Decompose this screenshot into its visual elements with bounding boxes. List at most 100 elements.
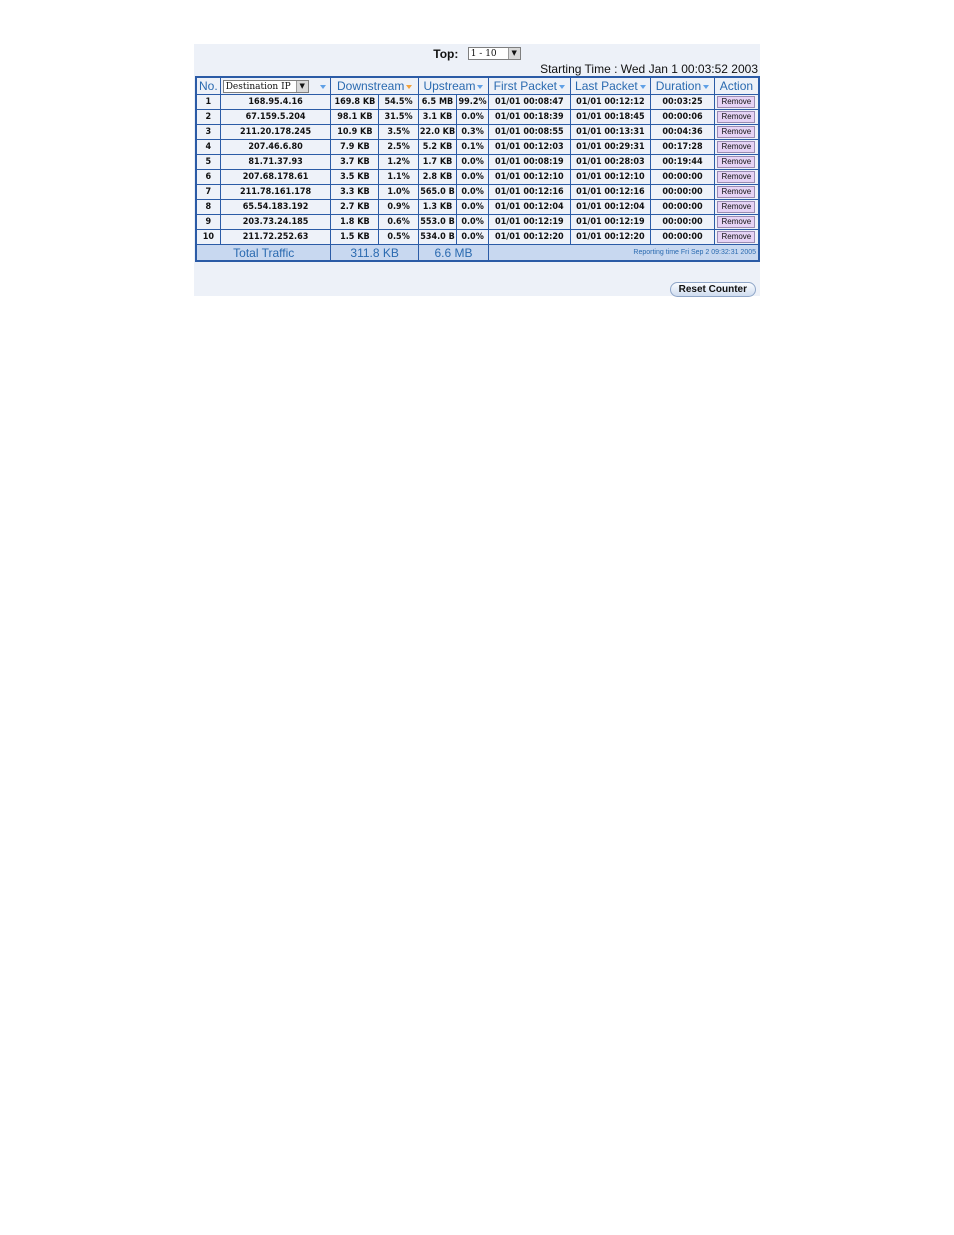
- action-cell: Remove: [713, 94, 760, 110]
- filter-select[interactable]: Destination IP ▼: [222, 80, 309, 94]
- last-packet-time: 01/01 00:12:20: [569, 229, 652, 245]
- total-upstream: 6.6 MB: [417, 244, 490, 262]
- first-packet-time: 01/01 00:12:20: [488, 229, 571, 245]
- upstream-percent: 0.0%: [456, 154, 490, 170]
- last-packet-time: 01/01 00:12:10: [569, 169, 652, 185]
- duration: 00:00:00: [650, 184, 715, 200]
- downstream-size: 3.3 KB: [330, 184, 380, 200]
- first-packet-time: 01/01 00:18:39: [488, 109, 571, 125]
- col-last-packet[interactable]: Last Packet: [569, 76, 652, 95]
- row-number: 10: [195, 229, 221, 245]
- duration: 00:04:36: [650, 124, 715, 140]
- col-duration[interactable]: Duration: [650, 76, 715, 95]
- ip-address: 207.68.178.61: [219, 169, 332, 185]
- sort-ip-icon[interactable]: [320, 84, 327, 89]
- upstream-percent: 0.0%: [456, 169, 490, 185]
- remove-button[interactable]: Remove: [717, 141, 756, 153]
- downstream-size: 169.8 KB: [330, 94, 380, 110]
- first-packet-time: 01/01 00:12:10: [488, 169, 571, 185]
- sort-icon[interactable]: [703, 84, 710, 89]
- upstream-percent: 0.0%: [456, 109, 490, 125]
- first-packet-time: 01/01 00:08:55: [488, 124, 571, 140]
- downstream-size: 7.9 KB: [330, 139, 380, 155]
- action-cell: Remove: [713, 199, 760, 215]
- downstream-size: 1.8 KB: [330, 214, 380, 230]
- remove-button[interactable]: Remove: [717, 231, 756, 243]
- remove-button[interactable]: Remove: [717, 216, 756, 228]
- remove-button[interactable]: Remove: [717, 186, 756, 198]
- last-packet-time: 01/01 00:18:45: [569, 109, 652, 125]
- downstream-percent: 0.5%: [378, 229, 419, 245]
- reset-counter-button[interactable]: Reset Counter: [669, 282, 756, 297]
- first-packet-time: 01/01 00:12:03: [488, 139, 571, 155]
- downstream-percent: 1.2%: [378, 154, 419, 170]
- traffic-table: No. Destination IP ▼ Downstream Upstream…: [195, 76, 760, 262]
- remove-button[interactable]: Remove: [717, 96, 756, 108]
- row-number: 3: [195, 124, 221, 140]
- duration: 00:00:06: [650, 109, 715, 125]
- col-first-packet-label: First Packet: [493, 79, 557, 93]
- col-downstream[interactable]: Downstream: [330, 76, 419, 95]
- duration: 00:00:00: [650, 214, 715, 230]
- downstream-percent: 54.5%: [378, 94, 419, 110]
- row-number: 6: [195, 169, 221, 185]
- table-row: 4 207.46.6.80 7.9 KB 2.5% 5.2 KB 0.1% 01/01 00…: [195, 139, 760, 155]
- total-downstream: 311.8 KB: [330, 244, 419, 262]
- upstream-size: 565.0 B: [417, 184, 458, 200]
- upstream-size: 1.3 KB: [417, 199, 458, 215]
- remove-button[interactable]: Remove: [717, 111, 756, 123]
- upstream-percent: 0.0%: [456, 229, 490, 245]
- upstream-size: 6.5 MB: [417, 94, 458, 110]
- chevron-down-icon[interactable]: ▼: [507, 48, 520, 60]
- action-cell: Remove: [713, 154, 760, 170]
- first-packet-time: 01/01 00:12:19: [488, 214, 571, 230]
- table-row: 6 207.68.178.61 3.5 KB 1.1% 2.8 KB 0.0% 01/01 …: [195, 169, 760, 185]
- action-cell: Remove: [713, 139, 760, 155]
- traffic-statistics-panel: Top: 1 - 10 ▼ Starting Time : Wed Jan 1 …: [194, 44, 760, 297]
- last-packet-time: 01/01 00:28:03: [569, 154, 652, 170]
- table-row: 10 211.72.252.63 1.5 KB 0.5% 534.0 B 0.0% 01/0…: [195, 229, 760, 245]
- col-action: Action: [713, 76, 760, 95]
- action-cell: Remove: [713, 169, 760, 185]
- sort-icon[interactable]: [477, 84, 484, 89]
- duration: 00:17:28: [650, 139, 715, 155]
- downstream-percent: 2.5%: [378, 139, 419, 155]
- top-label: Top:: [433, 46, 459, 61]
- action-cell: Remove: [713, 214, 760, 230]
- col-filter: Destination IP ▼: [219, 76, 332, 95]
- row-number: 7: [195, 184, 221, 200]
- sort-active-icon[interactable]: [406, 84, 413, 89]
- remove-button[interactable]: Remove: [717, 156, 756, 168]
- ip-address: 211.72.252.63: [219, 229, 332, 245]
- table-row: 9 203.73.24.185 1.8 KB 0.6% 553.0 B 0.0% 01/01…: [195, 214, 760, 230]
- upstream-size: 22.0 KB: [417, 124, 458, 140]
- top-range-select[interactable]: 1 - 10 ▼: [467, 47, 521, 61]
- ip-address: 65.54.183.192: [219, 199, 332, 215]
- downstream-size: 2.7 KB: [330, 199, 380, 215]
- upstream-percent: 0.3%: [456, 124, 490, 140]
- row-number: 1: [195, 94, 221, 110]
- sort-icon[interactable]: [559, 84, 565, 89]
- table-row: 8 65.54.183.192 2.7 KB 0.9% 1.3 KB 0.0% 01/01 …: [195, 199, 760, 215]
- chevron-down-icon[interactable]: ▼: [295, 81, 308, 93]
- starting-time: Starting Time : Wed Jan 1 00:03:52 2003: [540, 62, 758, 76]
- upstream-size: 534.0 B: [417, 229, 458, 245]
- remove-button[interactable]: Remove: [717, 126, 756, 138]
- downstream-size: 1.5 KB: [330, 229, 380, 245]
- total-traffic-row: Total Traffic 311.8 KB 6.6 MB Reporting …: [195, 244, 760, 262]
- upstream-percent: 99.2%: [456, 94, 490, 110]
- upstream-size: 5.2 KB: [417, 139, 458, 155]
- remove-button[interactable]: Remove: [717, 201, 756, 213]
- top-selector-bar: Top: 1 - 10 ▼: [194, 46, 760, 62]
- col-last-packet-label: Last Packet: [575, 79, 638, 93]
- downstream-size: 10.9 KB: [330, 124, 380, 140]
- row-number: 5: [195, 154, 221, 170]
- sort-icon[interactable]: [639, 84, 646, 89]
- upstream-percent: 0.0%: [456, 184, 490, 200]
- downstream-percent: 1.0%: [378, 184, 419, 200]
- col-no: No.: [195, 76, 221, 95]
- col-first-packet[interactable]: First Packet: [488, 76, 571, 95]
- table-row: 5 81.71.37.93 3.7 KB 1.2% 1.7 KB 0.0% 01/01 00…: [195, 154, 760, 170]
- remove-button[interactable]: Remove: [717, 171, 756, 183]
- col-upstream[interactable]: Upstream: [417, 76, 490, 95]
